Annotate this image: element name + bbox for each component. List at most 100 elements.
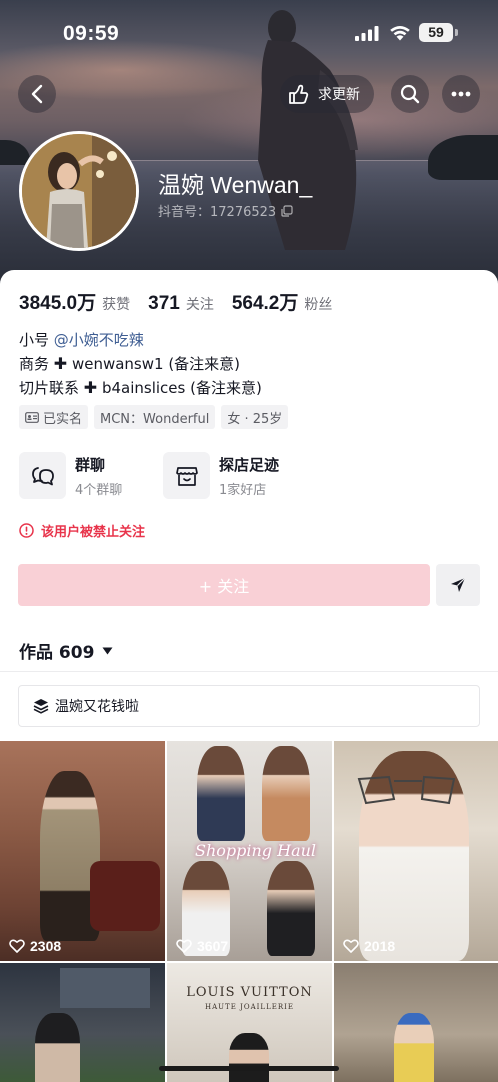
send-icon <box>451 577 466 592</box>
caret-down-icon <box>102 647 113 654</box>
wifi-icon <box>390 26 410 41</box>
video-thumbnail-building <box>60 968 150 1008</box>
profile-tags: 已实名 MCN：Wonderful 女 · 25岁 <box>19 405 294 429</box>
request-update-button[interactable]: 求更新 <box>280 75 374 113</box>
video-thumbnail-chair <box>90 861 160 931</box>
video-tile[interactable] <box>334 963 498 1082</box>
feature-group-chat[interactable]: 群聊 4个群聊 <box>19 452 122 499</box>
id-card-icon <box>25 411 39 423</box>
feature-subtitle: 1家好店 <box>219 482 267 498</box>
search-button[interactable] <box>391 75 429 113</box>
tag-verified[interactable]: 已实名 <box>19 405 89 429</box>
tag-label: MCN：Wonderful <box>100 411 210 427</box>
feature-text: 群聊 4个群聊 <box>75 454 122 498</box>
heart-outline-icon <box>176 939 192 953</box>
likes-count: 3607 <box>197 938 229 954</box>
feature-title: 群聊 <box>75 455 106 474</box>
send-message-button[interactable] <box>436 564 480 606</box>
bio-text: 商务 <box>19 355 54 373</box>
bio-text: 切片联系 <box>19 379 84 397</box>
feature-title: 探店足迹 <box>219 455 280 474</box>
video-overlay-text: Shopping Haul <box>195 841 317 860</box>
stat-value: 3845.0万 <box>19 293 97 314</box>
stat-following[interactable]: 371 关注 <box>148 293 214 315</box>
status-bar: 09:59 59 <box>0 0 498 66</box>
douyin-id[interactable]: 抖音号：17276523 <box>158 201 293 220</box>
tag-gender-age: 女 · 25岁 <box>221 405 289 429</box>
request-update-label: 求更新 <box>318 87 360 103</box>
profile-name: 温婉 Wenwan_ <box>158 172 313 198</box>
stat-value: 371 <box>148 293 180 314</box>
stat-label: 获赞 <box>102 297 131 313</box>
works-tab[interactable]: 作品 609 <box>19 638 113 663</box>
stat-value: 564.2万 <box>231 293 299 314</box>
bio-line: 商务 ✚ wenwansw1 (备注来意) <box>19 352 262 376</box>
more-button[interactable] <box>442 75 480 113</box>
feature-store-visits[interactable]: 探店足迹 1家好店 <box>163 452 279 499</box>
video-tile[interactable]: 2018 <box>334 741 498 961</box>
collection-entry[interactable]: 温婉又花钱啦 <box>18 685 480 727</box>
follow-blocked-warning: 该用户被禁止关注 <box>19 521 145 540</box>
bio-line: 切片联系 ✚ b4ainslices (备注来意) <box>19 376 262 400</box>
video-likes: 3607 <box>176 938 228 954</box>
follow-button[interactable]: + 关注 <box>18 564 430 606</box>
hand-point-icon <box>289 84 309 104</box>
collection-label: 温婉又花钱啦 <box>55 699 139 715</box>
plus-icon: ✚ <box>53 354 68 373</box>
profile-stats: 3845.0万 获赞 371 关注 564.2万 粉丝 <box>19 288 350 315</box>
feature-icon-box <box>19 452 66 499</box>
sunglasses-icon <box>357 775 456 805</box>
bio-text: wenwansw1 (备注来意) <box>67 355 241 373</box>
video-overlay-subtext: HAUTE JOAILLERIE <box>205 1003 294 1011</box>
video-thumbnail-figure <box>197 746 245 841</box>
video-thumbnail-figure <box>35 1013 80 1082</box>
chevron-left-icon <box>31 84 43 104</box>
feature-text: 探店足迹 1家好店 <box>219 454 279 498</box>
tag-label: 女 · 25岁 <box>227 411 283 427</box>
home-indicator <box>159 1066 339 1071</box>
works-label: 作品 609 <box>19 643 95 663</box>
video-likes: 2308 <box>9 938 61 954</box>
bio-line: 小号 @小婉不吃辣 <box>19 328 262 352</box>
video-thumbnail-figure <box>267 861 315 956</box>
store-icon <box>175 466 198 486</box>
copy-icon[interactable] <box>281 204 293 217</box>
video-likes: 2018 <box>343 938 395 954</box>
tag-label: 已实名 <box>43 411 83 427</box>
stat-followers[interactable]: 564.2万 粉丝 <box>232 288 333 315</box>
avatar[interactable] <box>19 131 139 251</box>
plus-icon: ✚ <box>83 378 98 397</box>
video-grid: 2308 Shopping Haul 3607 2018 LOUIS VUITT… <box>0 741 498 1082</box>
battery-cap <box>455 29 458 36</box>
status-time: 09:59 <box>63 22 120 45</box>
video-tile[interactable]: Shopping Haul 3607 <box>167 741 332 961</box>
search-icon <box>400 84 420 104</box>
video-tile[interactable]: 2308 <box>0 741 165 961</box>
profile-bio: 小号 @小婉不吃辣 商务 ✚ wenwansw1 (备注来意) 切片联系 ✚ b… <box>19 328 262 400</box>
divider <box>0 671 498 672</box>
bio-text: b4ainslices (备注来意) <box>97 379 262 397</box>
feature-icon-box <box>163 452 210 499</box>
bio-mention-link[interactable]: @小婉不吃辣 <box>54 331 144 349</box>
cellular-signal-icon <box>355 26 379 41</box>
more-dots-icon <box>451 91 471 97</box>
warning-icon <box>19 523 34 538</box>
battery-indicator: 59 <box>419 23 453 42</box>
video-thumbnail-figure <box>394 1013 434 1082</box>
stat-likes[interactable]: 3845.0万 获赞 <box>19 288 130 315</box>
avatar-portrait <box>22 134 136 248</box>
video-overlay-text: LOUIS VUITTON <box>186 985 313 1000</box>
stat-label: 关注 <box>185 297 214 313</box>
video-tile[interactable] <box>0 963 165 1082</box>
layers-icon <box>33 699 49 714</box>
heart-outline-icon <box>343 939 359 953</box>
video-thumbnail-figure <box>262 746 310 841</box>
video-tile[interactable]: LOUIS VUITTON HAUTE JOAILLERIE <box>167 963 332 1082</box>
stat-label: 粉丝 <box>304 297 333 313</box>
douyin-id-text: 抖音号：17276523 <box>158 205 277 220</box>
chat-bubbles-icon <box>31 466 54 485</box>
bio-text: 小号 <box>19 331 54 349</box>
video-thumbnail-figure <box>229 1033 269 1082</box>
tag-mcn[interactable]: MCN：Wonderful <box>94 405 216 429</box>
back-button[interactable] <box>18 75 56 113</box>
